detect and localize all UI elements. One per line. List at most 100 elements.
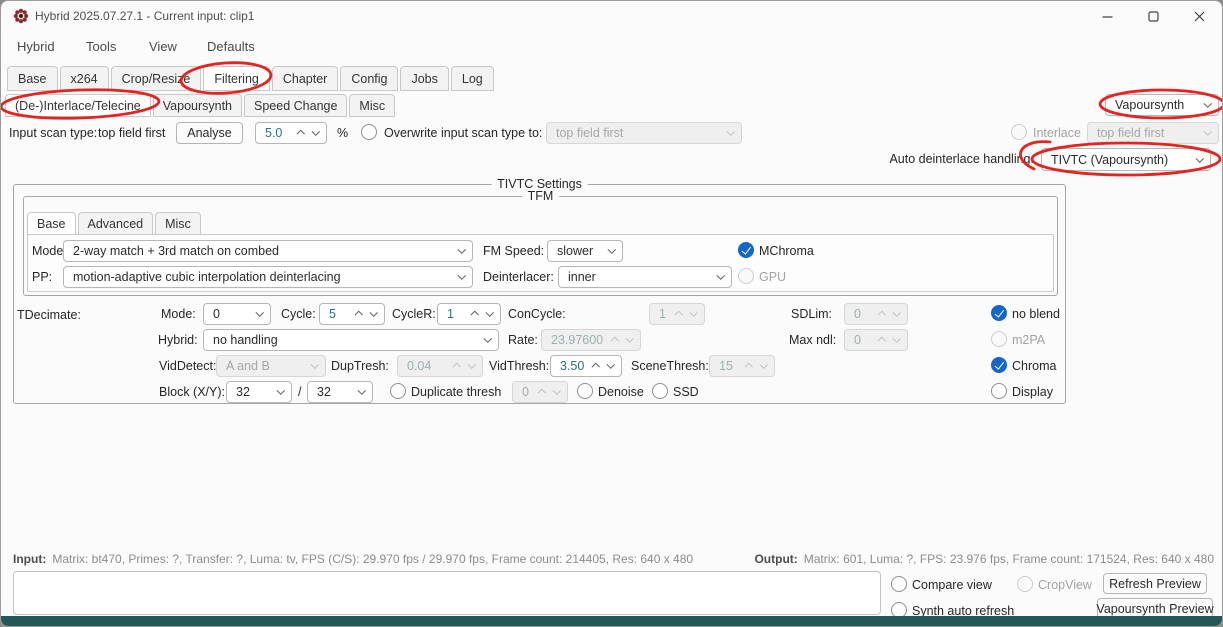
refresh-preview-button[interactable]: Refresh Preview (1103, 573, 1207, 594)
cycle-spinner[interactable]: 5 (319, 303, 385, 325)
cycler-spinner[interactable]: 1 (437, 303, 501, 325)
vidthresh-label: VidThresh: (489, 359, 550, 373)
spin-down-icon (467, 360, 476, 369)
close-icon (1194, 11, 1204, 21)
pp-dropdown[interactable]: motion-adaptive cubic interpolation dein… (63, 266, 473, 288)
tfm-mode-dropdown[interactable]: 2-way match + 3rd match on combed (63, 240, 473, 262)
spin-up-icon (877, 337, 886, 346)
hybrid-dropdown[interactable]: no handling (203, 329, 499, 351)
no-blend-checkbox[interactable] (991, 305, 1007, 321)
tab-jobs[interactable]: Jobs (400, 66, 449, 91)
spin-down-icon[interactable] (369, 308, 378, 317)
concycle-label: ConCycle: (508, 307, 566, 321)
status-bar: Input: Matrix: bt470, Primes: ?, Transfe… (13, 552, 1214, 566)
spin-down-icon (625, 334, 634, 343)
crop-view-label: CropView (1038, 578, 1092, 592)
interlace-dropdown: top field first (1087, 122, 1219, 144)
menu-hybrid[interactable]: Hybrid (17, 39, 55, 54)
menu-view[interactable]: View (149, 39, 177, 54)
vidthresh-spinner[interactable]: 3.50 (550, 355, 622, 377)
close-button[interactable] (1176, 1, 1222, 31)
overwrite-scan-type-checkbox[interactable] (361, 124, 377, 140)
output-status: Output: Matrix: 601, Luma: ?, FPS: 23.97… (754, 552, 1214, 566)
tab-speed-change[interactable]: Speed Change (244, 94, 348, 117)
spin-up-icon[interactable] (354, 311, 363, 320)
chevron-down-icon (1203, 127, 1212, 136)
no-blend-label: no blend (1012, 307, 1060, 321)
mchroma-checkbox[interactable] (738, 242, 754, 258)
tab-base[interactable]: Base (7, 66, 58, 91)
output-status-text: Matrix: 601, Luma: ?, FPS: 23.976 fps, F… (803, 552, 1214, 566)
menu-defaults[interactable]: Defaults (207, 39, 255, 54)
compare-view-label: Compare view (912, 578, 992, 592)
block-y-dropdown[interactable]: 32 (307, 381, 373, 403)
tfm-tab-advanced[interactable]: Advanced (77, 212, 154, 235)
spin-up-icon (674, 311, 683, 320)
chroma-checkbox[interactable] (991, 357, 1007, 373)
spin-down-icon[interactable] (485, 308, 494, 317)
auto-deinterlace-label: Auto deinterlace handling: (889, 152, 1034, 166)
filter-framework-dropdown[interactable]: Vapoursynth (1105, 94, 1219, 116)
analyse-button[interactable]: Analyse (176, 122, 243, 144)
max-ndl-label: Max ndl: (789, 333, 837, 347)
maximize-button[interactable] (1130, 1, 1176, 31)
input-scan-type-value: top field first (98, 126, 166, 140)
tab-vapoursynth[interactable]: Vapoursynth (152, 94, 243, 117)
preview-script-box[interactable] (13, 571, 881, 615)
denoise-checkbox[interactable] (577, 383, 593, 399)
interlace-checkbox (1011, 124, 1027, 140)
chevron-down-icon (255, 308, 264, 317)
scenethresh-label: SceneThresh: (631, 359, 709, 373)
tab-chapter[interactable]: Chapter (271, 66, 339, 91)
tfm-tabbar: Base Advanced Misc (27, 212, 203, 235)
tab-deinterlace-telecine[interactable]: (De-)Interlace/Telecine (5, 94, 151, 117)
tab-filtering[interactable]: Filtering (203, 66, 270, 91)
fm-speed-label: FM Speed: (483, 244, 545, 258)
block-separator: / (298, 385, 302, 399)
block-xy-label: Block (X/Y): (159, 385, 225, 399)
spin-up-icon[interactable] (591, 363, 600, 372)
tab-crop-resize[interactable]: Crop/Resize (110, 66, 202, 91)
compare-view-checkbox[interactable] (891, 576, 907, 592)
rate-spinner: 23.97600 (541, 329, 641, 351)
maximize-icon (1147, 10, 1159, 22)
minimize-icon (1102, 15, 1112, 18)
output-status-label: Output: (754, 552, 798, 566)
tab-misc[interactable]: Misc (349, 94, 396, 117)
chevron-down-icon (357, 386, 366, 395)
percent-sign: % (337, 126, 349, 140)
cycler-label: CycleR: (392, 307, 436, 321)
sdlim-spinner: 0 (844, 303, 908, 325)
tfm-title: TFM (521, 189, 560, 203)
analyse-percent-spinner[interactable]: 5.0 (255, 122, 327, 144)
tfm-tab-misc[interactable]: Misc (155, 212, 201, 235)
duplicate-thresh-checkbox[interactable] (390, 383, 406, 399)
sdlim-label: SDLim: (791, 307, 832, 321)
tfm-tab-base[interactable]: Base (27, 212, 76, 235)
spin-up-icon[interactable] (470, 311, 479, 320)
spin-up-icon[interactable] (296, 130, 305, 139)
ssd-checkbox[interactable] (652, 383, 668, 399)
scenethresh-spinner: 15 (709, 355, 775, 377)
chevron-down-icon (276, 386, 285, 395)
spin-down-icon[interactable] (606, 360, 615, 369)
chevron-down-icon (483, 334, 492, 343)
menu-tools[interactable]: Tools (86, 39, 116, 54)
spin-down-icon (759, 360, 768, 369)
concycle-spinner: 1 (649, 303, 705, 325)
tab-config[interactable]: Config (340, 66, 399, 91)
spin-down-icon (689, 308, 698, 317)
tdec-mode-dropdown[interactable]: 0 (203, 303, 271, 325)
deinterlacer-dropdown[interactable]: inner (558, 266, 732, 288)
minimize-button[interactable] (1084, 1, 1130, 31)
auto-deinterlace-dropdown[interactable]: TIVTC (Vapoursynth) (1041, 148, 1211, 171)
display-checkbox[interactable] (991, 383, 1007, 399)
fm-speed-dropdown[interactable]: slower (547, 240, 623, 262)
tab-x264[interactable]: x264 (59, 66, 109, 91)
spin-down-icon (552, 386, 561, 395)
tab-log[interactable]: Log (450, 66, 494, 91)
spin-down-icon[interactable] (311, 127, 320, 136)
block-x-dropdown[interactable]: 32 (226, 381, 292, 403)
mchroma-label: MChroma (759, 244, 814, 258)
duptresh-spinner: 0.04 (397, 355, 483, 377)
